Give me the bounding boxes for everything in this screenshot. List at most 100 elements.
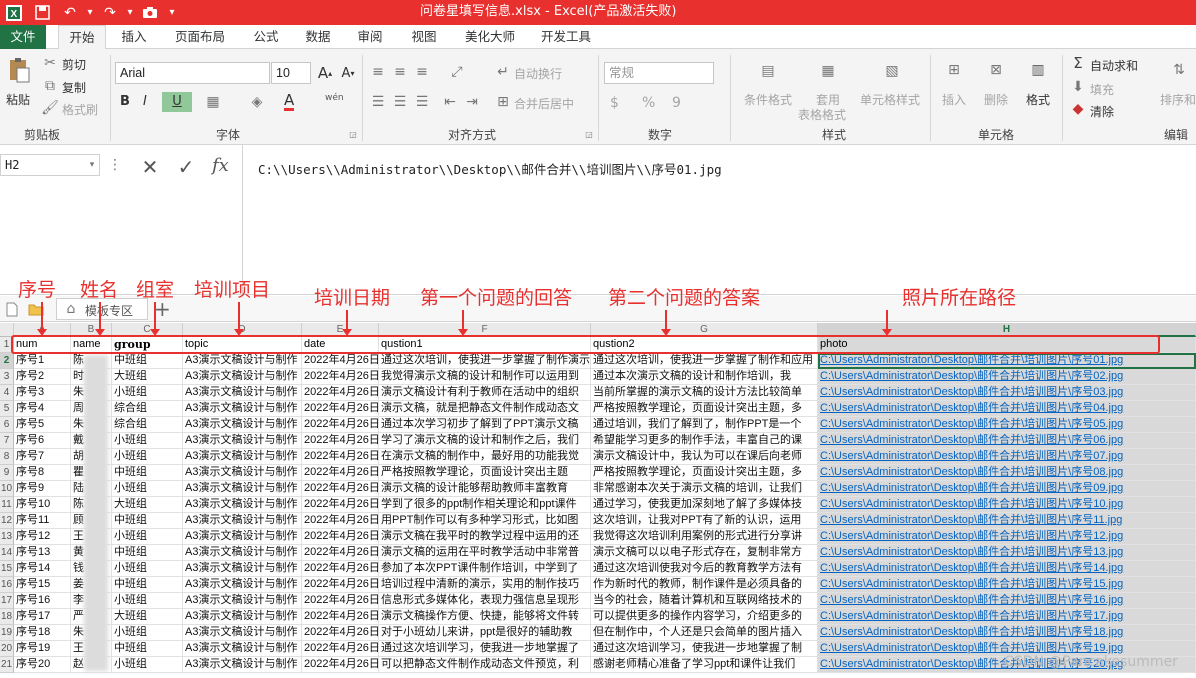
row-header[interactable]: 6	[0, 417, 14, 433]
table-cell[interactable]: 小班组	[112, 449, 183, 465]
table-cell[interactable]: 序号1	[14, 353, 71, 369]
table-cell[interactable]: 演示文稿设计有利于教师在活动中的组织	[379, 385, 591, 401]
table-cell[interactable]: 非常感谢本次关于演示文稿的培训，让我们	[591, 481, 818, 497]
table-cell[interactable]: 演示文稿，就是把静态文件制作成动态文	[379, 401, 591, 417]
table-cell[interactable]: 序号17	[14, 609, 71, 625]
table-cell[interactable]: 小班组	[112, 385, 183, 401]
tab-beautify[interactable]: 美化大师	[460, 25, 520, 49]
table-cell[interactable]: 2022年4月26日	[302, 401, 379, 417]
table-cell[interactable]: 通过本次演示文稿的设计和制作培训，我	[591, 369, 818, 385]
table-cell[interactable]: 序号7	[14, 449, 71, 465]
table-cell[interactable]: 序号11	[14, 513, 71, 529]
confirm-entry-icon[interactable]: ✓	[174, 155, 198, 179]
table-cell[interactable]: 在演示文稿的制作中，最好用的功能我觉	[379, 449, 591, 465]
row-header[interactable]: 10	[0, 481, 14, 497]
table-cell[interactable]: 演示文稿的运用在平时教学活动中非常普	[379, 545, 591, 561]
table-cell[interactable]: 演示文稿设计中，我认为可以在课后向老师	[591, 449, 818, 465]
table-cell[interactable]: 通过学习，使我更加深刻地了解了多媒体技	[591, 497, 818, 513]
table-cell[interactable]: 感谢老师精心准备了学习ppt和课件让我们	[591, 657, 818, 673]
table-cell[interactable]: 信息形式多媒体化，表现力强信息呈现形	[379, 593, 591, 609]
paste-icon[interactable]	[6, 55, 32, 85]
table-cell[interactable]: 2022年4月26日	[302, 625, 379, 641]
row-header[interactable]: 17	[0, 593, 14, 609]
photo-path-link[interactable]: C:\Users\Administrator\Desktop\邮件合并\培训图片…	[820, 498, 1123, 510]
cell-styles-button[interactable]: 单元格样式	[860, 91, 920, 108]
quick-access-more-icon[interactable]: ▾	[160, 0, 184, 25]
table-cell[interactable]: C:\Users\Administrator\Desktop\邮件合并\培训图片…	[818, 545, 1196, 561]
table-cell[interactable]: 中班组	[112, 465, 183, 481]
photo-path-link[interactable]: C:\Users\Administrator\Desktop\邮件合并\培训图片…	[820, 610, 1123, 622]
table-cell[interactable]: 2022年4月26日	[302, 657, 379, 673]
table-cell[interactable]: A3演示文稿设计与制作	[183, 593, 302, 609]
table-cell[interactable]: A3演示文稿设计与制作	[183, 609, 302, 625]
comma-button[interactable]: 9	[672, 95, 681, 111]
cut-button[interactable]: 剪切	[62, 56, 86, 73]
table-cell[interactable]: 演示文稿在我平时的教学过程中运用的还	[379, 529, 591, 545]
tab-data[interactable]: 数据	[298, 25, 338, 49]
table-cell[interactable]: 但在制作中，个人还是只会简单的图片插入	[591, 625, 818, 641]
row-header[interactable]: 13	[0, 529, 14, 545]
row-header[interactable]: 4	[0, 385, 14, 401]
percent-button[interactable]: %	[642, 95, 655, 111]
table-cell[interactable]: 通过这次培训学习，使我进一步地掌握了	[379, 641, 591, 657]
format-cells-button[interactable]: 格式	[1026, 91, 1050, 108]
tab-insert[interactable]: 插入	[114, 25, 154, 49]
table-cell[interactable]: A3演示文稿设计与制作	[183, 497, 302, 513]
table-cell[interactable]: 中班组	[112, 577, 183, 593]
table-cell[interactable]: A3演示文稿设计与制作	[183, 513, 302, 529]
fill-button[interactable]: 填充	[1090, 81, 1114, 98]
photo-path-link[interactable]: C:\Users\Administrator\Desktop\邮件合并\培训图片…	[820, 482, 1123, 494]
table-cell[interactable]: 2022年4月26日	[302, 529, 379, 545]
row-header[interactable]: 11	[0, 497, 14, 513]
tab-formulas[interactable]: 公式	[246, 25, 286, 49]
table-cell[interactable]: 可以把静态文件制作成动态文件预览，利	[379, 657, 591, 673]
table-cell[interactable]: 2022年4月26日	[302, 577, 379, 593]
tab-review[interactable]: 审阅	[350, 25, 390, 49]
table-cell[interactable]: 序号14	[14, 561, 71, 577]
table-cell[interactable]: 这次培训，让我对PPT有了新的认识，运用	[591, 513, 818, 529]
table-cell[interactable]: 大班组	[112, 609, 183, 625]
table-cell[interactable]: 2022年4月26日	[302, 609, 379, 625]
table-cell[interactable]: A3演示文稿设计与制作	[183, 657, 302, 673]
format-as-table-button-line2[interactable]: 表格格式	[798, 106, 846, 123]
photo-path-link[interactable]: C:\Users\Administrator\Desktop\邮件合并\培训图片…	[820, 546, 1123, 558]
table-cell[interactable]: 小班组	[112, 433, 183, 449]
table-cell[interactable]: C:\Users\Administrator\Desktop\邮件合并\培训图片…	[818, 465, 1196, 481]
table-cell[interactable]: A3演示文稿设计与制作	[183, 561, 302, 577]
font-name-select[interactable]: Arial	[115, 62, 270, 84]
row-header[interactable]: 16	[0, 577, 14, 593]
table-cell[interactable]: 我觉得这次培训利用案例的形式进行分享讲	[591, 529, 818, 545]
table-cell[interactable]: 序号3	[14, 385, 71, 401]
table-cell[interactable]: C:\Users\Administrator\Desktop\邮件合并\培训图片…	[818, 369, 1196, 385]
row-header[interactable]: 2	[0, 353, 14, 369]
table-cell[interactable]: 序号20	[14, 657, 71, 673]
table-cell[interactable]: 2022年4月26日	[302, 449, 379, 465]
grow-font-icon[interactable]: A ▴	[315, 62, 335, 84]
table-cell[interactable]: C:\Users\Administrator\Desktop\邮件合并\培训图片…	[818, 433, 1196, 449]
tab-developer[interactable]: 开发工具	[536, 25, 596, 49]
table-cell[interactable]: C:\Users\Administrator\Desktop\邮件合并\培训图片…	[818, 481, 1196, 497]
bold-button[interactable]: B	[120, 94, 130, 109]
cancel-entry-icon[interactable]: ✕	[138, 155, 162, 179]
table-cell[interactable]: C:\Users\Administrator\Desktop\邮件合并\培训图片…	[818, 385, 1196, 401]
photo-path-link[interactable]: C:\Users\Administrator\Desktop\邮件合并\培训图片…	[820, 626, 1123, 638]
camera-icon[interactable]	[138, 0, 162, 25]
row-header[interactable]: 14	[0, 545, 14, 561]
table-cell[interactable]: 2022年4月26日	[302, 433, 379, 449]
table-cell[interactable]: 2022年4月26日	[302, 369, 379, 385]
table-cell[interactable]: A3演示文稿设计与制作	[183, 401, 302, 417]
photo-path-link[interactable]: C:\Users\Administrator\Desktop\邮件合并\培训图片…	[820, 450, 1123, 462]
table-cell[interactable]: A3演示文稿设计与制作	[183, 465, 302, 481]
alignment-dialog-launcher-icon[interactable]: ◲	[584, 129, 594, 139]
table-cell[interactable]: C:\Users\Administrator\Desktop\邮件合并\培训图片…	[818, 353, 1196, 369]
delete-cells-button[interactable]: 删除	[984, 91, 1008, 108]
table-cell[interactable]: 2022年4月26日	[302, 545, 379, 561]
table-cell[interactable]: 2022年4月26日	[302, 481, 379, 497]
underline-button[interactable]: U	[162, 92, 192, 112]
row-header[interactable]: 12	[0, 513, 14, 529]
formula-bar-grip-icon[interactable]: ⋮	[108, 155, 122, 175]
align-middle-icon[interactable]: ≡	[390, 63, 410, 81]
table-cell[interactable]: 严格按照教学理论，页面设计突出主题	[379, 465, 591, 481]
increase-indent-icon[interactable]: ⇥	[462, 93, 482, 111]
table-cell[interactable]: A3演示文稿设计与制作	[183, 369, 302, 385]
